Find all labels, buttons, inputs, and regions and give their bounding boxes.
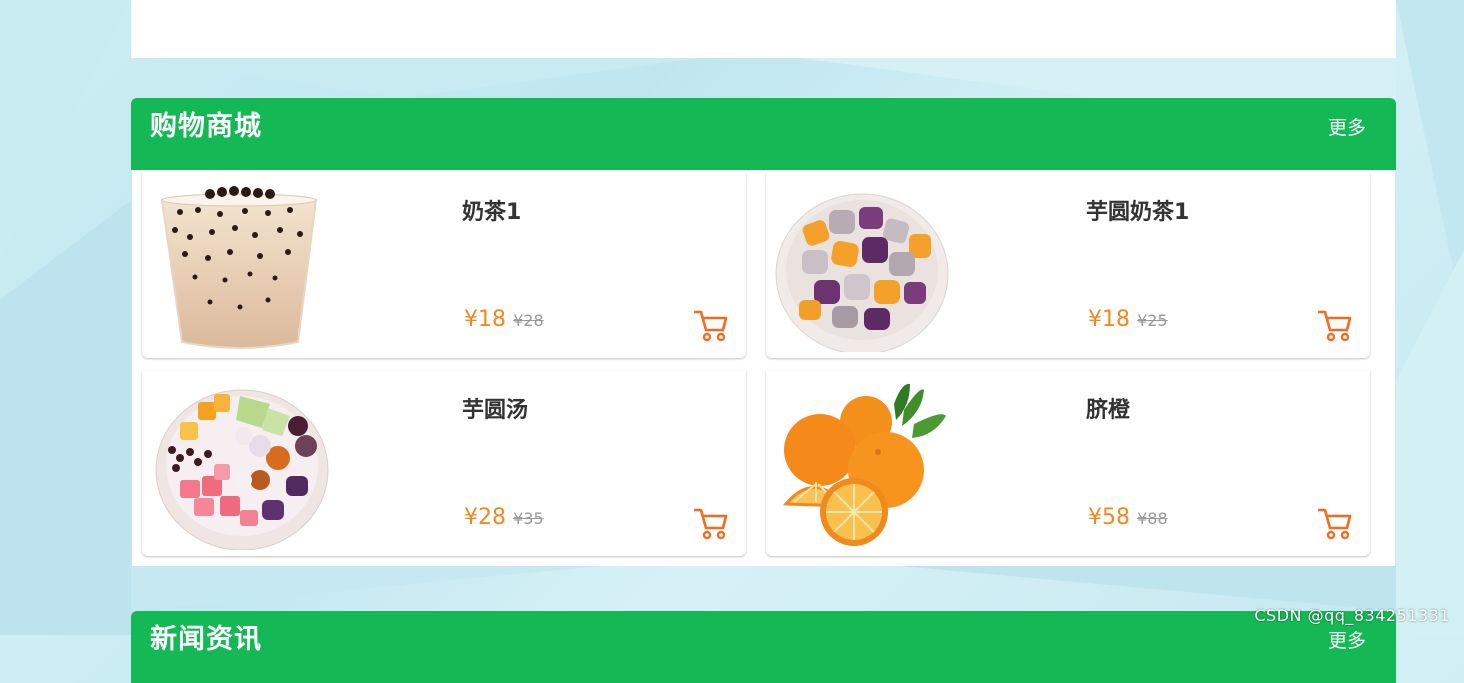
cart-icon[interactable]	[1318, 506, 1352, 540]
milk-tea-cup-image	[160, 186, 318, 349]
original-price: ¥35	[513, 509, 544, 528]
news-section-header: 新闻资讯 更多	[131, 611, 1396, 683]
original-price: ¥28	[513, 311, 544, 330]
shop-more-link[interactable]: 更多	[1328, 113, 1366, 140]
product-card[interactable]: 奶茶1 ¥18 ¥28	[142, 172, 746, 358]
news-more-link[interactable]: 更多	[1328, 626, 1366, 653]
shop-section-header: 购物商城 更多	[131, 98, 1396, 170]
current-price: ¥18	[1088, 307, 1130, 332]
top-content-panel	[131, 0, 1396, 58]
taro-ball-soup-bowl-image	[155, 389, 329, 550]
news-section-title: 新闻资讯	[150, 624, 262, 655]
product-card[interactable]: 芋圆奶茶1 ¥18 ¥25	[766, 172, 1370, 358]
price-row: ¥28 ¥35	[464, 505, 544, 530]
product-name[interactable]: 芋圆汤	[462, 392, 528, 424]
product-grid: 奶茶1 ¥18 ¥28 芋圆奶茶1 ¥18 ¥25 芋圆汤 ¥28 ¥35 脐橙…	[132, 170, 1395, 566]
product-card[interactable]: 脐橙 ¥58 ¥88	[766, 370, 1370, 556]
product-name[interactable]: 奶茶1	[462, 194, 521, 226]
current-price: ¥18	[464, 307, 506, 332]
watermark: CSDN @qq_834251331	[1254, 606, 1450, 625]
navel-oranges-image	[782, 383, 946, 546]
cart-icon[interactable]	[694, 506, 728, 540]
original-price: ¥88	[1137, 509, 1168, 528]
price-row: ¥58 ¥88	[1088, 505, 1168, 530]
price-row: ¥18 ¥28	[464, 307, 544, 332]
current-price: ¥28	[464, 505, 506, 530]
shop-section-title: 购物商城	[150, 111, 262, 142]
product-name[interactable]: 芋圆奶茶1	[1086, 194, 1189, 226]
price-row: ¥18 ¥25	[1088, 307, 1168, 332]
original-price: ¥25	[1137, 311, 1168, 330]
product-name[interactable]: 脐橙	[1086, 392, 1130, 424]
cart-icon[interactable]	[1318, 308, 1352, 342]
current-price: ¥58	[1088, 505, 1130, 530]
cart-icon[interactable]	[694, 308, 728, 342]
product-card[interactable]: 芋圆汤 ¥28 ¥35	[142, 370, 746, 556]
taro-balls-bowl-image	[775, 193, 949, 352]
